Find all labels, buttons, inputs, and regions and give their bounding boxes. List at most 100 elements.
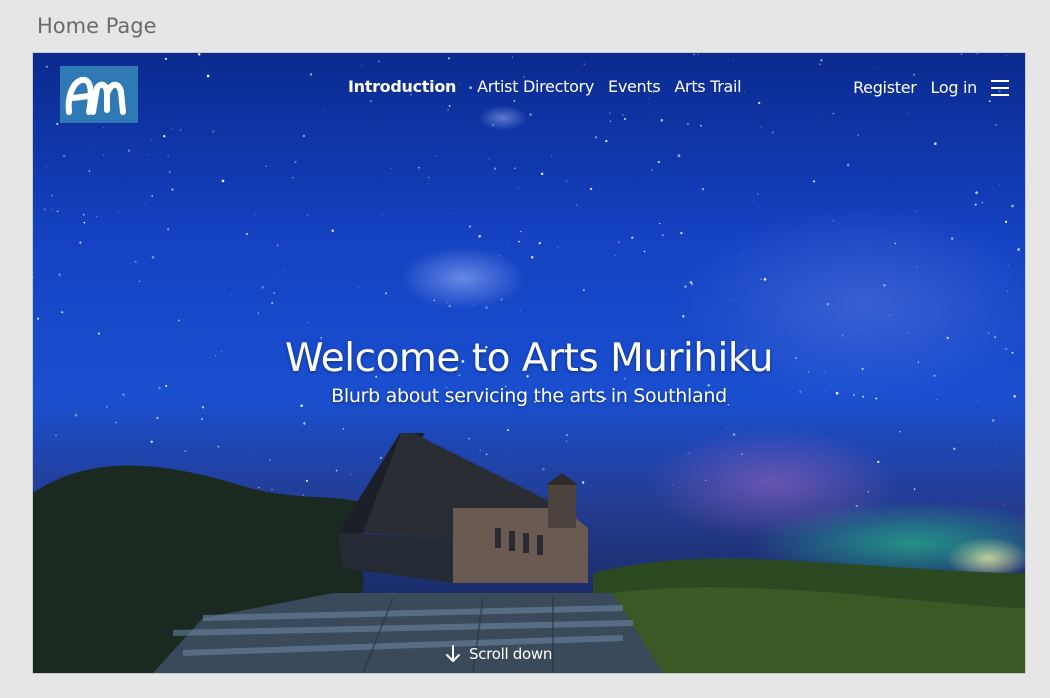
scroll-down-button[interactable]: Scroll down — [445, 645, 552, 663]
star — [448, 305, 451, 308]
star — [933, 142, 937, 146]
star — [686, 122, 689, 125]
star — [265, 165, 267, 168]
star — [975, 191, 978, 194]
star — [96, 216, 98, 218]
star — [889, 314, 891, 316]
star — [45, 165, 47, 167]
star — [1011, 204, 1014, 208]
star — [254, 213, 256, 215]
star — [981, 201, 984, 204]
star — [117, 211, 119, 213]
star — [883, 284, 886, 287]
star — [760, 126, 762, 128]
nav-link-arts-trail[interactable]: Arts Trail — [674, 77, 741, 96]
star — [1007, 290, 1009, 292]
account-nav: Register Log in — [853, 78, 1009, 97]
star — [473, 285, 474, 287]
star — [1017, 248, 1020, 251]
star — [127, 149, 131, 152]
star — [639, 229, 640, 231]
star — [540, 172, 544, 176]
star — [999, 183, 1000, 185]
star — [681, 314, 685, 318]
star — [1001, 134, 1003, 136]
star — [362, 140, 364, 142]
star — [518, 240, 520, 243]
star — [279, 274, 280, 276]
star — [115, 421, 117, 424]
star — [180, 129, 182, 131]
star — [530, 255, 534, 259]
star — [273, 292, 276, 295]
star — [33, 276, 34, 278]
star — [427, 183, 429, 184]
star — [146, 153, 148, 155]
star — [732, 299, 734, 301]
star — [151, 255, 155, 259]
star — [36, 317, 40, 320]
star — [582, 288, 585, 292]
star — [382, 213, 383, 215]
star — [102, 126, 104, 128]
nav-link-introduction[interactable]: Introduction — [348, 77, 456, 96]
arrow-down-icon — [446, 645, 460, 662]
star — [134, 260, 137, 263]
landscape-silhouette — [33, 433, 1025, 673]
star — [43, 208, 46, 211]
star — [538, 242, 541, 245]
star — [418, 167, 420, 169]
star — [753, 199, 754, 201]
site-logo[interactable] — [60, 66, 138, 123]
login-link[interactable]: Log in — [931, 78, 978, 97]
star — [231, 295, 233, 297]
star — [680, 231, 683, 235]
star — [138, 280, 141, 283]
star — [83, 214, 85, 216]
star — [74, 413, 78, 417]
star — [390, 167, 392, 169]
star — [614, 255, 616, 257]
star — [453, 212, 455, 214]
star — [478, 235, 481, 238]
star — [167, 155, 169, 157]
star — [857, 134, 859, 136]
star — [550, 155, 552, 157]
star — [498, 255, 501, 257]
star — [469, 225, 471, 228]
star — [331, 229, 335, 232]
star — [576, 204, 578, 206]
star — [701, 187, 705, 191]
scroll-down-label: Scroll down — [469, 645, 553, 663]
star — [950, 237, 954, 240]
star — [276, 244, 279, 247]
star — [358, 287, 360, 289]
main-nav-links: Introduction Artist Directory Events Art… — [348, 77, 742, 96]
star — [643, 250, 646, 253]
star — [991, 419, 995, 422]
nav-link-events[interactable]: Events — [608, 77, 661, 96]
star — [915, 210, 917, 213]
nav-link-artist-directory[interactable]: Artist Directory — [477, 77, 594, 96]
star — [650, 169, 653, 171]
star — [58, 273, 61, 276]
star — [103, 154, 105, 156]
star — [492, 124, 494, 126]
star — [302, 134, 306, 138]
star — [212, 130, 215, 133]
star — [908, 332, 910, 333]
star — [171, 188, 174, 191]
star — [933, 420, 935, 422]
star — [306, 214, 309, 216]
star — [150, 139, 152, 142]
star — [500, 298, 503, 301]
star — [156, 416, 159, 420]
star — [659, 222, 661, 225]
hamburger-menu-icon[interactable] — [991, 79, 1009, 96]
register-link[interactable]: Register — [853, 78, 917, 97]
star — [187, 327, 188, 329]
star — [887, 423, 888, 425]
star — [201, 418, 203, 421]
star — [52, 208, 53, 210]
star — [677, 154, 681, 158]
